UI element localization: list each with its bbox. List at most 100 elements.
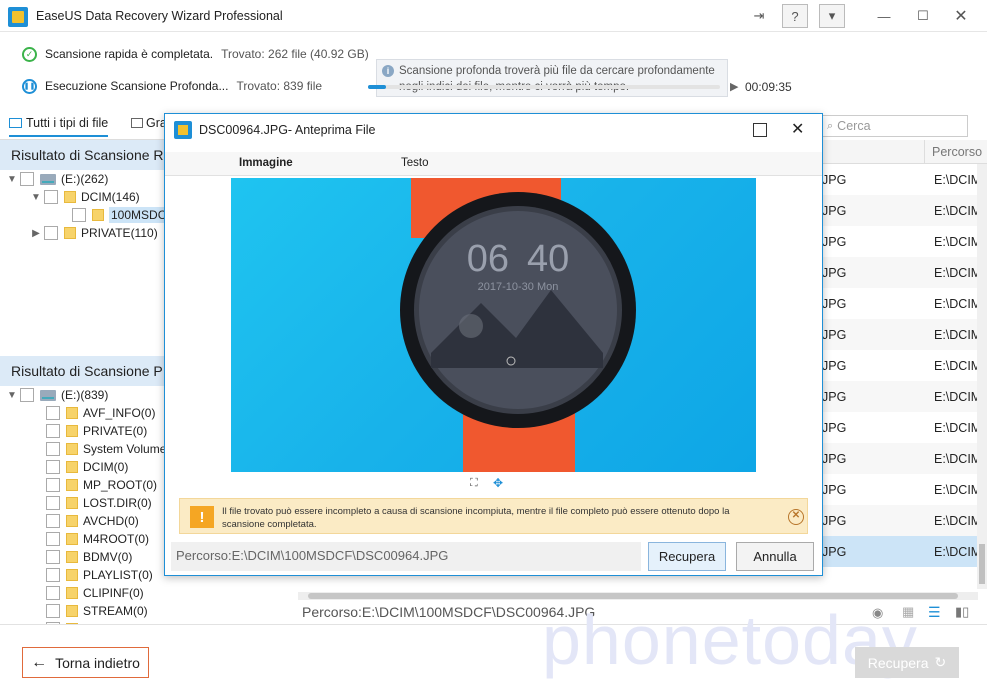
dialog-cancel-button[interactable]: Annulla <box>736 542 814 571</box>
checkbox[interactable] <box>46 532 60 546</box>
list-view-icon[interactable]: ☰ <box>928 604 941 621</box>
table-row[interactable]: JPG E:\DCIM <box>822 319 978 350</box>
table-row[interactable]: JPG E:\DCIM <box>822 443 978 474</box>
column-path[interactable]: Percorso <box>932 145 982 159</box>
detail-view-icon[interactable]: ▮▯ <box>955 604 969 620</box>
table-row[interactable]: JPG E:\DCIM <box>822 381 978 412</box>
horizontal-scrollbar[interactable] <box>298 592 978 600</box>
tree-label: CLIPINF(0) <box>83 586 144 600</box>
chevron-down-icon[interactable]: ▼ <box>4 174 20 185</box>
deep-scan-status: ❚❚ Esecuzione Scansione Profonda... Trov… <box>22 76 322 96</box>
checkbox[interactable] <box>46 550 60 564</box>
tree-label: M4ROOT(0) <box>83 532 149 546</box>
dialog-recover-button[interactable]: Recupera <box>648 542 726 571</box>
checkbox[interactable] <box>46 496 60 510</box>
checkbox[interactable] <box>44 226 58 240</box>
vertical-scrollbar[interactable] <box>977 164 987 589</box>
scan-status-area: ✓ Scansione rapida è completata. Trovato… <box>0 32 987 110</box>
maximize-button[interactable] <box>753 123 767 137</box>
checkbox[interactable] <box>20 388 34 402</box>
folder-icon <box>66 605 78 617</box>
file-type-cell: JPG <box>822 296 847 311</box>
checkbox[interactable] <box>46 424 60 438</box>
pause-icon[interactable]: ❚❚ <box>22 78 37 94</box>
table-row[interactable]: JPG E:\DCIM <box>822 412 978 443</box>
tab-text[interactable]: Testo <box>401 157 429 169</box>
watch-date: 2017-10-30 Mon <box>478 281 559 293</box>
maximize-button[interactable]: ☐ <box>910 4 936 28</box>
file-path-cell: E:\DCIM <box>934 482 978 497</box>
tree-label: LOST.DIR(0) <box>83 496 152 510</box>
incomplete-file-warning: ! Il file trovato può essere incompleto … <box>179 498 808 534</box>
minimize-button[interactable]: — <box>871 4 897 28</box>
file-type-cell: JPG <box>822 234 847 249</box>
file-path-cell: E:\DCIM <box>934 203 978 218</box>
checkbox[interactable] <box>46 604 60 618</box>
folder-icon <box>66 587 78 599</box>
checkbox[interactable] <box>20 172 34 186</box>
tree-label: (E:)(262) <box>61 172 109 186</box>
tab-image[interactable]: Immagine <box>239 157 293 169</box>
drive-icon <box>40 389 56 401</box>
dialog-title: DSC00964.JPG- Anteprima File <box>199 123 376 137</box>
checkbox[interactable] <box>44 190 58 204</box>
deep-scan-tooltip: i Scansione profonda troverà più file da… <box>376 59 728 97</box>
tree-label: DCIM(146) <box>81 190 140 204</box>
table-row[interactable]: JPG E:\DCIM <box>822 505 978 536</box>
tab-all-file-types[interactable]: Tutti i tipi di file <box>9 116 109 137</box>
tree-node-folder[interactable]: CLIPINF(0) <box>0 584 298 602</box>
file-path-cell: E:\DCIM <box>934 234 978 249</box>
close-button[interactable]: ✕ <box>791 119 804 139</box>
checkbox[interactable] <box>46 406 60 420</box>
chevron-down-icon[interactable]: ▼ <box>28 192 44 203</box>
chevron-down-icon[interactable]: ▼ <box>4 390 20 401</box>
table-row[interactable]: JPG E:\DCIM <box>822 474 978 505</box>
back-button[interactable]: ← Torna indietro <box>22 647 149 678</box>
warning-text: Il file trovato può essere incompleto a … <box>222 506 730 530</box>
checkbox[interactable] <box>72 208 86 222</box>
search-input[interactable]: ⌕ Cerca <box>822 115 968 137</box>
quick-scan-label: Scansione rapida è completata. <box>45 47 214 61</box>
folder-icon <box>64 191 76 203</box>
table-row[interactable]: JPG E:\DCIM <box>822 536 978 567</box>
menu-dropdown-icon[interactable]: ▾ <box>819 4 845 28</box>
recover-button[interactable]: Recupera ↻ <box>855 647 959 678</box>
help-icon[interactable]: ? <box>782 4 808 28</box>
table-row[interactable]: JPG E:\DCIM <box>822 257 978 288</box>
play-icon[interactable]: ▶ <box>730 80 738 93</box>
folder-icon <box>66 551 78 563</box>
checkbox[interactable] <box>46 586 60 600</box>
monitor-icon <box>9 118 22 128</box>
checkbox[interactable] <box>46 478 60 492</box>
file-type-cell: JPG <box>822 451 847 466</box>
table-row[interactable]: JPG E:\DCIM <box>822 350 978 381</box>
table-row[interactable]: JPG E:\DCIM <box>822 195 978 226</box>
zoom-icon[interactable]: ✥ <box>493 476 503 490</box>
checkbox[interactable] <box>46 568 60 582</box>
tree-label: AVCHD(0) <box>83 514 139 528</box>
checkbox[interactable] <box>46 442 60 456</box>
close-button[interactable]: ✕ <box>948 4 974 28</box>
chevron-right-icon[interactable]: ▶ <box>28 228 44 239</box>
checkbox[interactable] <box>46 460 60 474</box>
tree-label: MP_ROOT(0) <box>83 478 158 492</box>
tab-all-label: Tutti i tipi di file <box>26 116 109 130</box>
file-type-cell: JPG <box>822 389 847 404</box>
info-icon: i <box>382 65 394 77</box>
fit-screen-icon[interactable]: ⛶ <box>470 477 478 490</box>
file-path-cell: E:\DCIM <box>934 420 978 435</box>
dialog-file-path: Percorso:E:\DCIM\100MSDCF\DSC00964.JPG <box>171 542 641 571</box>
tree-node-folder[interactable]: STREAM(0) <box>0 602 298 620</box>
folder-icon <box>64 227 76 239</box>
file-path-cell: E:\DCIM <box>934 172 978 187</box>
table-row[interactable]: JPG E:\DCIM <box>822 164 978 195</box>
close-icon[interactable]: ✕ <box>788 509 804 525</box>
export-icon[interactable]: ⇥ <box>746 4 772 28</box>
tree-label: STREAM(0) <box>83 604 148 618</box>
checkbox[interactable] <box>46 514 60 528</box>
check-icon: ✓ <box>22 46 37 62</box>
table-row[interactable]: JPG E:\DCIM <box>822 226 978 257</box>
tab-graphics[interactable]: Gra <box>131 116 167 130</box>
deep-scan-count: Trovato: 839 file <box>236 79 323 93</box>
table-row[interactable]: JPG E:\DCIM <box>822 288 978 319</box>
